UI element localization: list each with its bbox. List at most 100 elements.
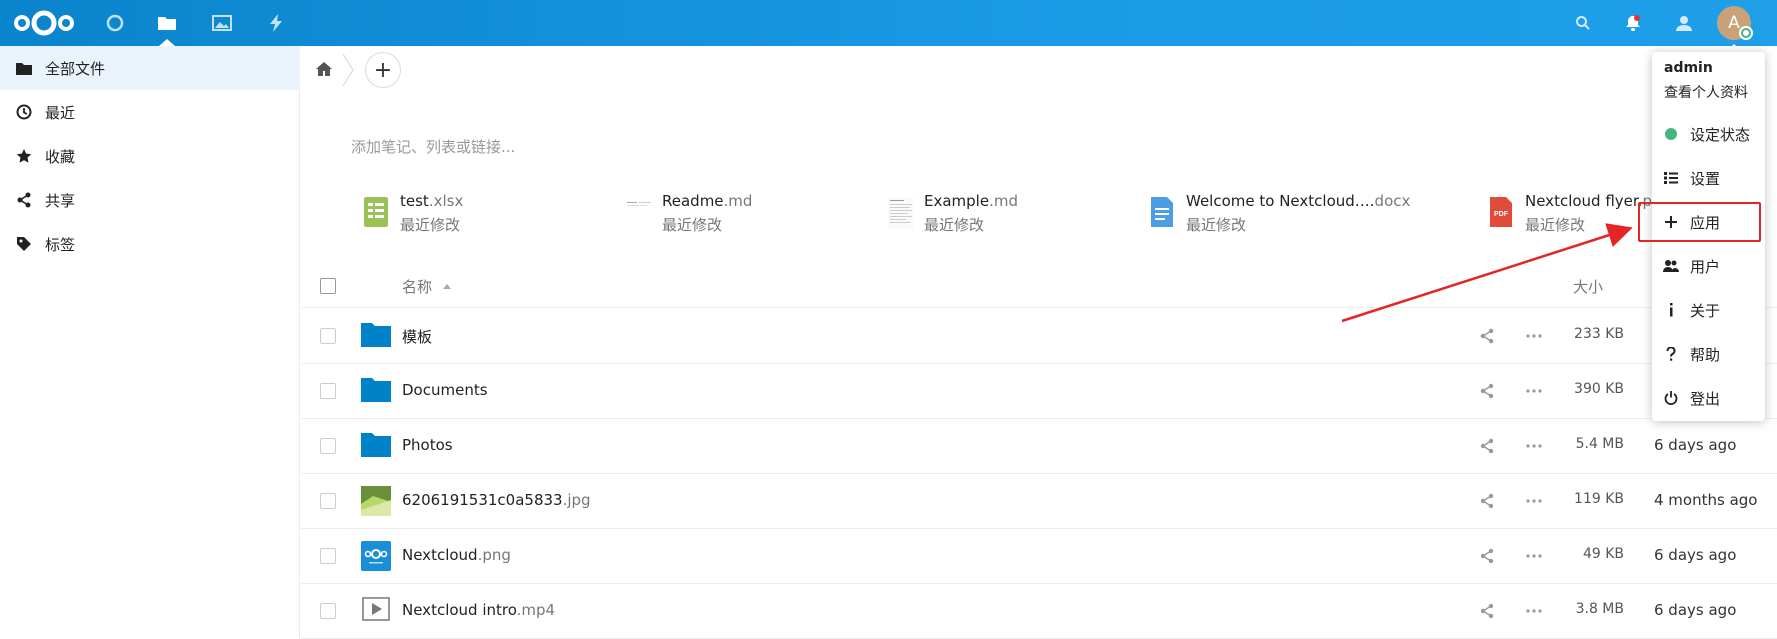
select-all-checkbox[interactable] (320, 278, 336, 294)
share-icon[interactable] (1479, 493, 1495, 509)
file-name: Documents (402, 381, 488, 399)
text-file-icon (887, 196, 917, 230)
settings-list-icon (1663, 170, 1679, 186)
sidebar-item-label: 收藏 (45, 147, 76, 166)
folder-icon (361, 321, 391, 351)
menu-username[interactable]: admin (1664, 60, 1713, 76)
new-file-button[interactable]: + (365, 52, 401, 88)
file-modified: 6 days ago (1654, 436, 1737, 454)
document-icon (1149, 196, 1179, 230)
photos-app-image-icon[interactable] (205, 0, 239, 46)
text-file-icon (625, 196, 655, 230)
sidebar-item-label: 全部文件 (45, 59, 106, 78)
file-row[interactable]: 模板 233 KB (301, 309, 1777, 364)
file-name: Photos (402, 436, 453, 454)
nextcloud-thumb-icon (361, 541, 391, 571)
row-checkbox[interactable] (320, 438, 336, 454)
recent-file-status: 最近修改 (1186, 216, 1247, 234)
more-actions-icon[interactable] (1525, 328, 1543, 344)
row-checkbox[interactable] (320, 383, 336, 399)
sidebar-item-all-files[interactable]: 全部文件 (0, 46, 300, 90)
more-actions-icon[interactable] (1525, 603, 1543, 619)
search-icon[interactable] (1566, 0, 1600, 46)
folder-icon (361, 376, 391, 406)
sidebar-item-favorites[interactable]: 收藏 (0, 134, 300, 178)
share-icon[interactable] (1479, 438, 1495, 454)
file-row[interactable]: Nextcloud intro.mp4 3.8 MB 6 days ago (301, 584, 1777, 639)
more-actions-icon[interactable] (1525, 383, 1543, 399)
file-row[interactable]: Photos 5.4 MB 6 days ago (301, 419, 1777, 474)
dashboard-app-circle-icon[interactable] (98, 0, 132, 46)
more-actions-icon[interactable] (1525, 438, 1543, 454)
menu-item-users[interactable]: 用户 (1652, 244, 1765, 288)
size-column-header[interactable]: 大小 (1573, 276, 1603, 297)
recent-file-status: 最近修改 (400, 216, 461, 234)
files-main-area: + 添加笔记、列表或链接... test.xlsx 最近修改 Readme.md… (301, 46, 1777, 639)
star-icon (15, 147, 33, 165)
contacts-icon[interactable] (1666, 0, 1700, 46)
more-actions-icon[interactable] (1525, 548, 1543, 564)
menu-item-label: 帮助 (1690, 345, 1721, 364)
row-checkbox[interactable] (320, 328, 336, 344)
share-icon[interactable] (1479, 383, 1495, 399)
recent-file-card[interactable]: Readme.md 最近修改 (625, 192, 855, 240)
recent-file-name: Nextcloud flyer.p (1525, 192, 1652, 210)
menu-item-label: 用户 (1690, 257, 1721, 276)
sidebar-item-recent[interactable]: 最近 (0, 90, 300, 134)
share-icon[interactable] (1479, 548, 1495, 564)
left-sidebar: 全部文件 最近 收藏 共享 标签 (0, 46, 300, 639)
info-icon (1663, 302, 1679, 318)
file-name: Nextcloud.png (402, 546, 511, 564)
recent-file-status: 最近修改 (662, 216, 723, 234)
file-name: Nextcloud intro.mp4 (402, 601, 556, 619)
help-icon (1663, 346, 1679, 362)
file-modified: 6 days ago (1654, 546, 1737, 564)
file-modified: 6 days ago (1654, 601, 1737, 619)
file-list-header: 名称 大小 (301, 264, 1777, 308)
sidebar-item-shared[interactable]: 共享 (0, 178, 300, 222)
file-row[interactable]: Documents 390 KB (301, 364, 1777, 419)
menu-item-label: 关于 (1690, 301, 1721, 320)
spreadsheet-icon (363, 196, 393, 230)
menu-item-about[interactable]: 关于 (1652, 288, 1765, 332)
file-size: 3.8 MB (1575, 601, 1624, 617)
file-name: 模板 (402, 328, 433, 346)
menu-item-help[interactable]: 帮助 (1652, 332, 1765, 376)
view-profile-link[interactable]: 查看个人资料 (1664, 82, 1748, 102)
annotation-highlight-box (1638, 202, 1761, 242)
name-column-header[interactable]: 名称 (402, 276, 432, 297)
bell-icon[interactable] (1616, 0, 1650, 46)
recent-file-card[interactable]: test.xlsx 最近修改 (363, 192, 593, 240)
menu-item-settings[interactable]: 设置 (1652, 156, 1765, 200)
recent-file-name: test.xlsx (400, 192, 464, 210)
file-size: 49 KB (1582, 546, 1624, 562)
nextcloud-logo-icon[interactable] (10, 0, 78, 46)
file-size: 233 KB (1574, 326, 1624, 342)
row-checkbox[interactable] (320, 493, 336, 509)
more-actions-icon[interactable] (1525, 493, 1543, 509)
activity-app-lightning-icon[interactable] (259, 0, 293, 46)
notes-placeholder[interactable]: 添加笔记、列表或链接... (351, 136, 515, 157)
top-header: A (0, 0, 1777, 46)
menu-item-set-status[interactable]: 设定状态 (1652, 112, 1765, 156)
active-app-indicator (159, 39, 175, 46)
recent-file-name: Readme.md (662, 192, 753, 210)
tag-icon (15, 235, 33, 253)
recent-file-card[interactable]: Welcome to Nextcloud….docx 最近修改 (1149, 192, 1449, 240)
recent-file-card[interactable]: Example.md 最近修改 (887, 192, 1117, 240)
share-icon[interactable] (1479, 328, 1495, 344)
file-row[interactable]: Nextcloud.png 49 KB 6 days ago (301, 529, 1777, 584)
menu-item-logout[interactable]: 登出 (1652, 376, 1765, 420)
file-row[interactable]: 6206191531c0a5833.jpg 119 KB 4 months ag… (301, 474, 1777, 529)
file-name: 6206191531c0a5833.jpg (402, 491, 591, 509)
row-checkbox[interactable] (320, 603, 336, 619)
share-icon[interactable] (1479, 603, 1495, 619)
menu-item-label: 设定状态 (1690, 125, 1751, 144)
row-checkbox[interactable] (320, 548, 336, 564)
home-icon[interactable] (315, 60, 335, 80)
sidebar-item-tags[interactable]: 标签 (0, 222, 300, 266)
folder-icon (15, 59, 33, 77)
sidebar-item-label: 标签 (45, 235, 76, 254)
file-modified: 4 months ago (1654, 491, 1758, 509)
svg-text:PDF: PDF (1494, 211, 1509, 218)
